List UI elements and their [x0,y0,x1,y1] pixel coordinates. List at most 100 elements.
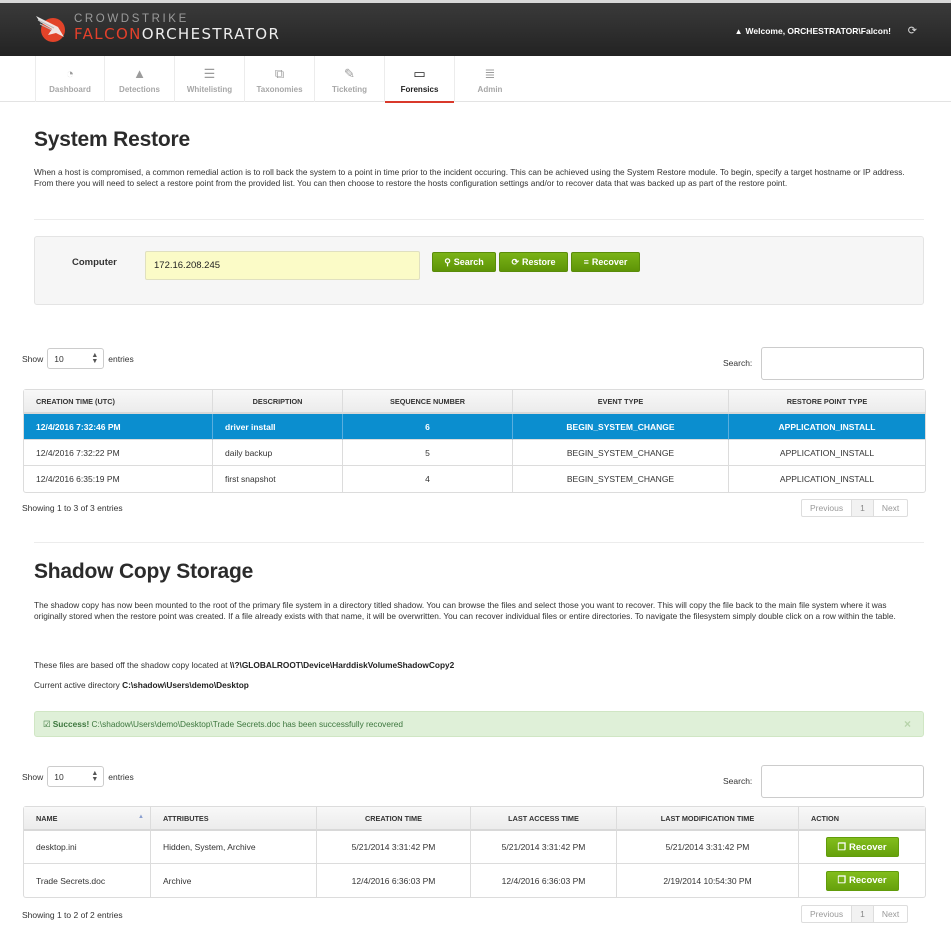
column-label: LAST ACCESS TIME [508,813,579,823]
column-header[interactable]: SEQUENCE NUMBER [343,390,513,414]
page-size-value: 10 [54,354,64,364]
recover-label: Recover [849,875,887,886]
cell-sequence: 6 [343,414,513,440]
shadow-copy-description: The shadow copy has now been mounted to … [34,600,896,622]
computer-input[interactable] [145,251,420,280]
cell-accessed: 5/21/2014 3:31:42 PM [471,831,617,864]
tab-label: Detections [119,85,160,94]
tab-whitelisting[interactable]: ☰ Whitelisting [175,56,245,102]
refresh-icon[interactable]: ⟳ [908,24,917,37]
page-title: System Restore [34,128,190,151]
tab-detections[interactable]: ▲ Detections [105,56,175,102]
table-row[interactable]: 12/4/2016 7:32:46 PM driver install 6 BEGIN… [24,414,925,440]
cell-description: driver install [213,414,343,440]
cell-attributes: Archive [151,864,317,897]
divider [34,219,924,220]
monitor-icon: ▭ [413,66,426,81]
tab-ticketing[interactable]: ✎ Ticketing [315,56,385,102]
restore-table-info: Showing 1 to 3 of 3 entries [22,503,123,513]
cell-sequence: 5 [343,440,513,466]
files-search-input[interactable] [761,765,924,798]
page-1-button[interactable]: 1 [851,906,874,922]
tab-label: Ticketing [332,85,367,94]
close-icon[interactable]: × [904,717,911,731]
location-value: \\?\GLOBALROOT\Device\HarddiskVolumeShad… [229,660,455,670]
tab-label: Forensics [400,85,439,94]
tab-admin[interactable]: ≣ Admin [455,56,525,102]
restore-search-label: Search: [723,358,753,368]
dashboard-icon: ◔ [66,66,74,81]
shadow-copy-location: These files are based off the shadow cop… [34,660,454,670]
search-button-label: Search [453,257,484,267]
column-header[interactable]: NAME ▲ [24,807,151,831]
alert-strong: Success! [52,719,90,729]
next-page-button[interactable]: Next [874,906,907,922]
user-icon: ▲ [734,27,743,36]
column-header[interactable]: LAST ACCESS TIME [471,807,617,831]
next-page-button[interactable]: Next [874,500,907,516]
cell-created: 5/21/2014 3:31:42 PM [317,831,471,864]
copy-icon: ❐ [837,841,847,853]
search-icon: ⚲ [444,256,451,267]
computer-label: Computer [72,257,117,268]
shadow-files-table: NAME ▲ ATTRIBUTES CREATION TIME LAST ACCESS … [23,806,926,898]
search-button[interactable]: ⚲ Search [432,252,496,272]
entries-label: entries [108,771,134,782]
column-header[interactable]: ACTION [799,807,925,831]
refresh-icon: ⟳ [511,256,520,267]
previous-page-button[interactable]: Previous [802,500,851,516]
table-row[interactable]: 12/4/2016 7:32:22 PM daily backup 5 BEGIN_S… [24,440,925,466]
entries-label: entries [108,353,134,364]
column-header[interactable]: DESCRIPTION [213,390,343,414]
table-row[interactable]: desktop.ini Hidden, System, Archive 5/21/2… [24,831,925,864]
shadow-copy-title: Shadow Copy Storage [34,560,254,583]
cell-event-type: BEGIN_SYSTEM_CHANGE [513,440,729,466]
cell-action: ❐ Recover [799,864,925,897]
column-header[interactable]: LAST MODIFICATION TIME [617,807,799,831]
cell-attributes: Hidden, System, Archive [151,831,317,864]
restore-button[interactable]: ⟳ Restore [499,252,568,272]
tab-dashboard[interactable]: ◔ Dashboard [35,56,105,102]
page-size-select[interactable]: 10 ▲ ▼ [47,348,105,369]
recover-button-label: Recover [591,257,628,267]
column-header[interactable]: RESTORE POINT TYPE [729,390,925,414]
show-label: Show [22,353,44,364]
success-alert: ☑ Success! C:\shadow\Users\demo\Desktop\… [34,711,924,737]
cell-description: first snapshot [213,466,343,492]
recover-button[interactable]: ≡ Recover [571,252,640,272]
restore-page-size: Show 10 ▲ ▼ entries [22,348,134,369]
ticket-icon: ✎ [344,66,355,81]
cell-creation-time: 12/4/2016 7:32:22 PM [24,440,213,466]
welcome-user-link[interactable]: ▲ Welcome, ORCHESTRATOR\Falcon! [735,26,891,36]
previous-page-button[interactable]: Previous [802,906,851,922]
select-arrows-icon: ▲ ▼ [91,770,99,783]
restore-points-table: CREATION TIME (UTC) DESCRIPTION SEQUENCE N… [23,389,926,493]
column-header[interactable]: EVENT TYPE [513,390,729,414]
column-header[interactable]: CREATION TIME [317,807,471,831]
recover-file-button[interactable]: ❐ Recover [825,870,899,891]
restore-pagination: Previous 1 Next [801,499,909,517]
files-page-size: Show 10 ▲ ▼ entries [22,766,134,787]
table-row[interactable]: 12/4/2016 6:35:19 PM first snapshot 4 BEGIN… [24,466,925,492]
table-row[interactable]: Trade Secrets.doc Archive 12/4/2016 6:36:0… [24,864,925,897]
column-label: CREATION TIME [364,813,423,823]
restore-search-input[interactable] [761,347,924,380]
directory-value: C:\shadow\Users\demo\Desktop [122,680,249,690]
tab-taxonomies[interactable]: ⧉ Taxonomies [245,56,315,102]
cell-modified: 5/21/2014 3:31:42 PM [617,831,799,864]
recover-file-button[interactable]: ❐ Recover [825,837,899,857]
tab-forensics[interactable]: ▭ Forensics [385,56,455,103]
crowdstrike-logo[interactable]: CROWDSTRIKE FALCONORCHESTRATOR [34,11,280,45]
column-header[interactable]: CREATION TIME (UTC) [24,390,213,414]
page-size-select[interactable]: 10 ▲ ▼ [47,766,105,787]
page-size-value: 10 [54,772,64,782]
page-1-button[interactable]: 1 [851,500,874,516]
tab-label: Whitelisting [186,85,233,94]
database-icon: ≣ [484,66,496,81]
column-header[interactable]: ATTRIBUTES [151,807,317,831]
directory-prefix: Current active directory [34,680,123,690]
cell-event-type: BEGIN_SYSTEM_CHANGE [513,414,729,440]
taxonomy-icon: ⧉ [274,66,285,81]
recover-label: Recover [849,841,887,853]
column-label: ATTRIBUTES [163,813,209,823]
